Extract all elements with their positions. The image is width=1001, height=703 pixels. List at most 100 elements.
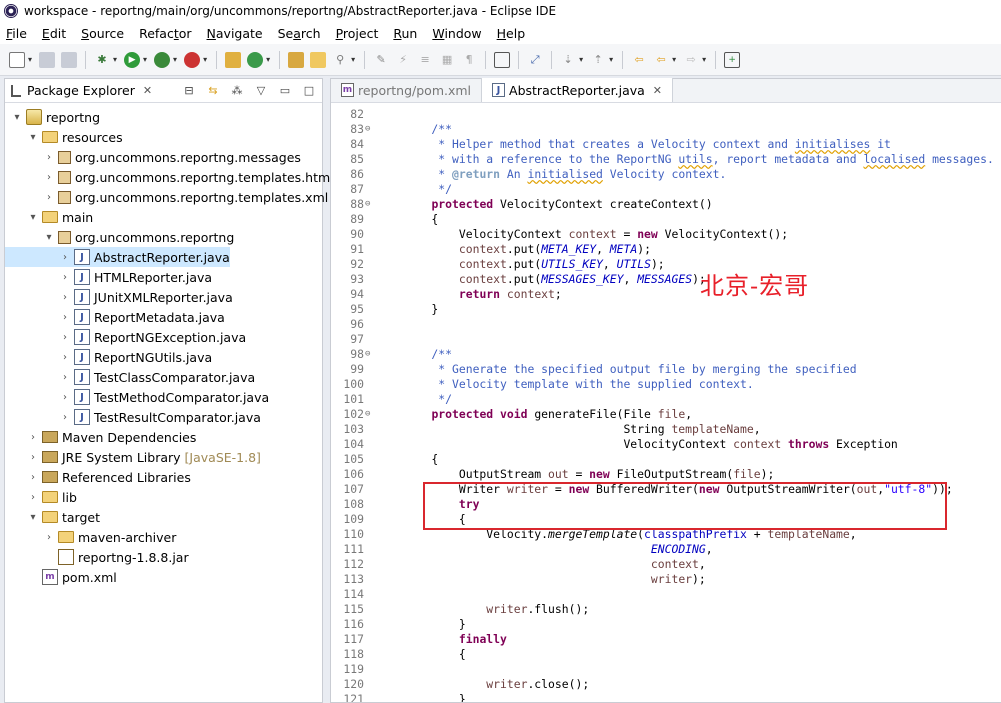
fold-toggle-icon[interactable]: ⊖: [365, 199, 375, 209]
prev-annotation-icon[interactable]: ⇡: [590, 52, 606, 68]
toggle-mark-icon[interactable]: ✎: [373, 52, 389, 68]
expanded-arrow-icon[interactable]: ▾: [27, 512, 39, 523]
filters-icon[interactable]: ⁂: [230, 83, 244, 97]
tree-item[interactable]: › maven-archiver: [5, 527, 176, 547]
back-icon[interactable]: ⇦: [653, 52, 669, 68]
highlight-icon[interactable]: ⚡: [395, 52, 411, 68]
new-class-icon[interactable]: [247, 51, 264, 68]
block-select-icon[interactable]: ▦: [439, 52, 455, 68]
tree-item[interactable]: reportng-1.8.8.jar: [5, 547, 189, 567]
forward-icon[interactable]: ⇨: [683, 52, 699, 68]
tree-item[interactable]: ▾ main: [5, 207, 93, 227]
view-menu-icon[interactable]: ▽: [254, 83, 268, 97]
save-all-icon[interactable]: [61, 51, 78, 68]
close-icon[interactable]: ✕: [143, 84, 152, 97]
tree-item[interactable]: › J ReportNGUtils.java: [5, 347, 212, 367]
external-tools-icon[interactable]: [184, 51, 201, 68]
expanded-arrow-icon[interactable]: ▾: [43, 232, 55, 243]
tree-item[interactable]: › lib: [5, 487, 77, 507]
collapsed-arrow-icon[interactable]: ›: [43, 532, 55, 543]
fold-toggle-icon[interactable]: ⊖: [365, 349, 375, 359]
last-edit-icon[interactable]: ⇦: [631, 52, 647, 68]
collapsed-arrow-icon[interactable]: ›: [27, 432, 39, 443]
tab-abstractreporter-java[interactable]: J AbstractReporter.java ✕: [481, 78, 674, 102]
menu-item-window[interactable]: Window: [432, 26, 481, 41]
tree-item[interactable]: m pom.xml: [5, 567, 117, 587]
menu-item-file[interactable]: File: [6, 26, 27, 41]
console-icon[interactable]: [494, 51, 511, 68]
collapsed-arrow-icon[interactable]: ›: [59, 392, 71, 403]
menu-item-run[interactable]: Run: [393, 26, 417, 41]
collapsed-arrow-icon[interactable]: ›: [27, 492, 39, 503]
pin-icon[interactable]: ⤢: [527, 52, 543, 68]
whitespace-icon[interactable]: ¶: [461, 52, 477, 68]
collapsed-arrow-icon[interactable]: ›: [59, 372, 71, 383]
tree-item[interactable]: › J TestResultComparator.java: [5, 407, 261, 427]
collapsed-arrow-icon[interactable]: ›: [59, 252, 71, 263]
tree-item-label: ReportMetadata.java: [94, 309, 225, 325]
java-file-icon: J: [74, 389, 90, 405]
tree-item[interactable]: ▾ reportng: [5, 107, 100, 127]
fold-toggle-icon[interactable]: ⊖: [365, 409, 375, 419]
collapsed-arrow-icon[interactable]: ›: [43, 192, 55, 203]
expanded-arrow-icon[interactable]: ▾: [27, 132, 39, 143]
maximize-icon[interactable]: □: [302, 83, 316, 97]
collapsed-arrow-icon[interactable]: ›: [43, 172, 55, 183]
code-area[interactable]: 123122 }121 }120 writer.close();119118 {…: [331, 104, 1001, 703]
menu-item-help[interactable]: Help: [497, 26, 526, 41]
tree-item[interactable]: › JRE System Library [JavaSE-1.8]: [5, 447, 261, 467]
new-java-project-icon[interactable]: [225, 51, 242, 68]
code-text: /**: [404, 346, 453, 361]
collapsed-arrow-icon[interactable]: ›: [27, 452, 39, 463]
breadcrumb-icon[interactable]: ≡: [417, 52, 433, 68]
tree-item[interactable]: › J JUnitXMLReporter.java: [5, 287, 233, 307]
tree-item[interactable]: › J HTMLReporter.java: [5, 267, 212, 287]
tree-item[interactable]: › Referenced Libraries: [5, 467, 191, 487]
collapsed-arrow-icon[interactable]: ›: [59, 292, 71, 303]
tree-item[interactable]: › J AbstractReporter.java: [5, 247, 230, 267]
tree-item[interactable]: ▾ org.uncommons.reportng: [5, 227, 234, 247]
tab-package-explorer[interactable]: Package Explorer ✕: [5, 79, 158, 103]
menu-item-edit[interactable]: Edit: [42, 26, 66, 41]
menu-item-project[interactable]: Project: [336, 26, 379, 41]
menu-item-search[interactable]: Search: [278, 26, 321, 41]
next-annotation-icon[interactable]: ⇣: [560, 52, 576, 68]
expanded-arrow-icon[interactable]: ▾: [11, 112, 23, 123]
collapsed-arrow-icon[interactable]: ›: [59, 272, 71, 283]
tree-item[interactable]: › org.uncommons.reportng.templates.html: [5, 167, 334, 187]
tree-item[interactable]: › J TestClassComparator.java: [5, 367, 255, 387]
tree-item[interactable]: › Maven Dependencies: [5, 427, 196, 447]
open-perspective-icon[interactable]: +: [724, 51, 741, 68]
open-folder-icon[interactable]: [310, 51, 327, 68]
collapsed-arrow-icon[interactable]: ›: [59, 412, 71, 423]
tree-item[interactable]: › org.uncommons.reportng.templates.xml: [5, 187, 328, 207]
expanded-arrow-icon[interactable]: ▾: [27, 212, 39, 223]
search-icon[interactable]: ⚲: [332, 52, 348, 68]
tree-item[interactable]: › org.uncommons.reportng.messages: [5, 147, 301, 167]
collapsed-arrow-icon[interactable]: ›: [27, 472, 39, 483]
tab-pom-xml[interactable]: m reportng/pom.xml: [331, 78, 481, 102]
collapsed-arrow-icon[interactable]: ›: [43, 152, 55, 163]
fold-toggle-icon[interactable]: ⊖: [365, 124, 375, 134]
menu-item-source[interactable]: Source: [81, 26, 124, 41]
menu-item-refactor[interactable]: Refactor: [139, 26, 191, 41]
tree-item[interactable]: ▾ target: [5, 507, 100, 527]
save-icon[interactable]: [39, 51, 56, 68]
coverage-icon[interactable]: [154, 51, 171, 68]
tree-item[interactable]: › J ReportMetadata.java: [5, 307, 225, 327]
collapse-all-icon[interactable]: ⊟: [182, 83, 196, 97]
debug-icon[interactable]: ✱: [94, 52, 110, 68]
tree-item[interactable]: › J TestMethodComparator.java: [5, 387, 269, 407]
run-icon[interactable]: ▶: [124, 51, 141, 68]
link-with-editor-icon[interactable]: ⇆: [206, 83, 220, 97]
minimize-icon[interactable]: ▭: [278, 83, 292, 97]
tree-item[interactable]: › J ReportNGException.java: [5, 327, 246, 347]
close-icon[interactable]: ✕: [653, 84, 662, 97]
collapsed-arrow-icon[interactable]: ›: [59, 312, 71, 323]
collapsed-arrow-icon[interactable]: ›: [59, 332, 71, 343]
collapsed-arrow-icon[interactable]: ›: [59, 352, 71, 363]
tree-item[interactable]: ▾ resources: [5, 127, 122, 147]
new-wizard-icon[interactable]: [9, 51, 25, 68]
open-type-icon[interactable]: [288, 51, 305, 68]
menu-item-navigate[interactable]: Navigate: [207, 26, 263, 41]
